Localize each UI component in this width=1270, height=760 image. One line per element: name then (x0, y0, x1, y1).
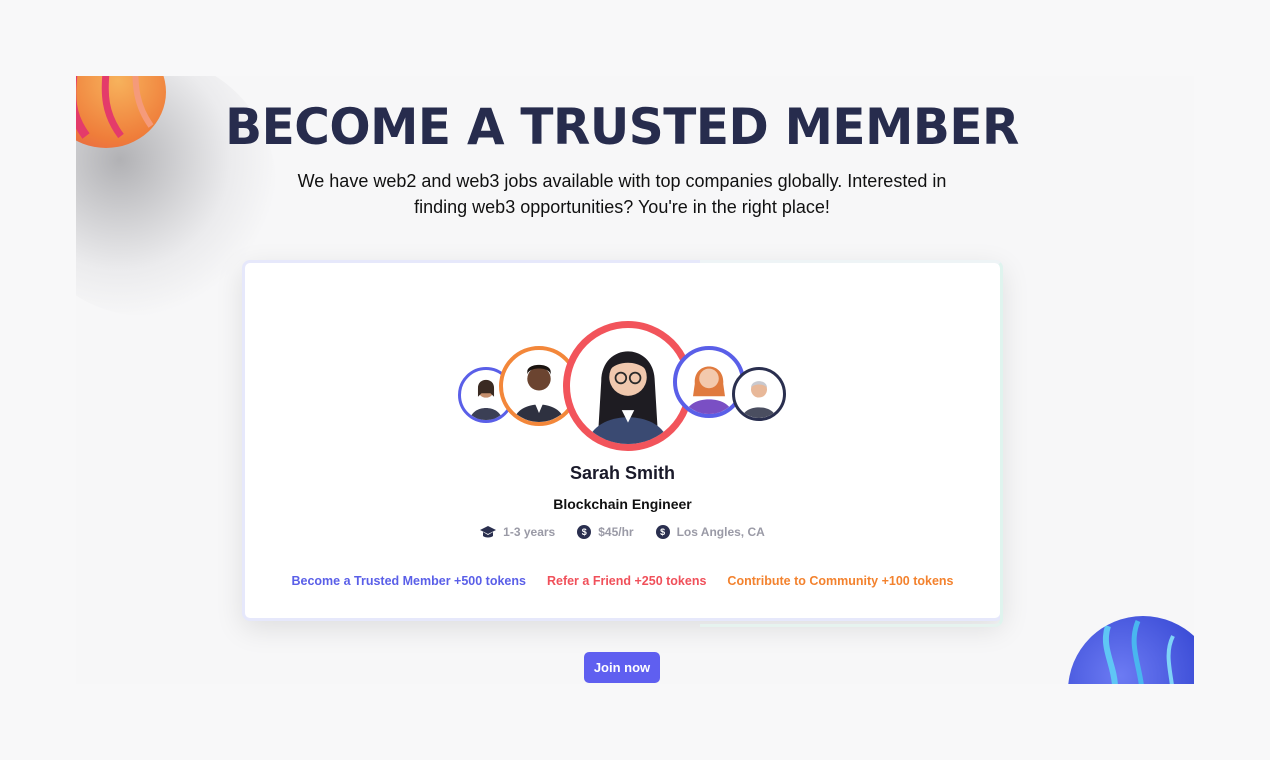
avatar-small-right (732, 367, 786, 421)
member-profile-card: Sarah Smith Blockchain Engineer 1-3 year… (242, 260, 1003, 627)
page-subtitle: We have web2 and web3 jobs available wit… (297, 171, 947, 217)
reward-refer-friend: Refer a Friend +250 tokens (546, 574, 707, 588)
blue-orb-decoration (1068, 616, 1194, 684)
meta-experience: 1-3 years (480, 525, 555, 539)
meta-experience-text: 1-3 years (503, 525, 556, 539)
profile-name: Sarah Smith (569, 463, 676, 483)
hero-section: BECOME A TRUSTED MEMBER We have web2 and… (76, 76, 1194, 684)
dollar-icon: $ (577, 525, 592, 539)
meta-location-text: Los Angles, CA (676, 525, 765, 539)
meta-rate-text: $45/hr (598, 525, 634, 539)
profile-role: Blockchain Engineer (553, 496, 692, 512)
meta-rate: $ $45/hr (577, 525, 634, 539)
dollar-icon: $ (655, 525, 670, 539)
profile-meta: 1-3 years $ $45/hr $ Los Angles, CA (245, 525, 1000, 539)
reward-contribute-community: Contribute to Community +100 tokens (727, 574, 954, 588)
join-now-button[interactable]: Join now (584, 652, 660, 683)
reward-trusted-member: Become a Trusted Member +500 tokens (291, 574, 526, 588)
graduation-cap-icon (480, 526, 497, 538)
token-rewards: Become a Trusted Member +500 tokens Refe… (245, 574, 1000, 588)
page-title: BECOME A TRUSTED MEMBER (225, 98, 1019, 156)
meta-location: $ Los Angles, CA (655, 525, 765, 539)
